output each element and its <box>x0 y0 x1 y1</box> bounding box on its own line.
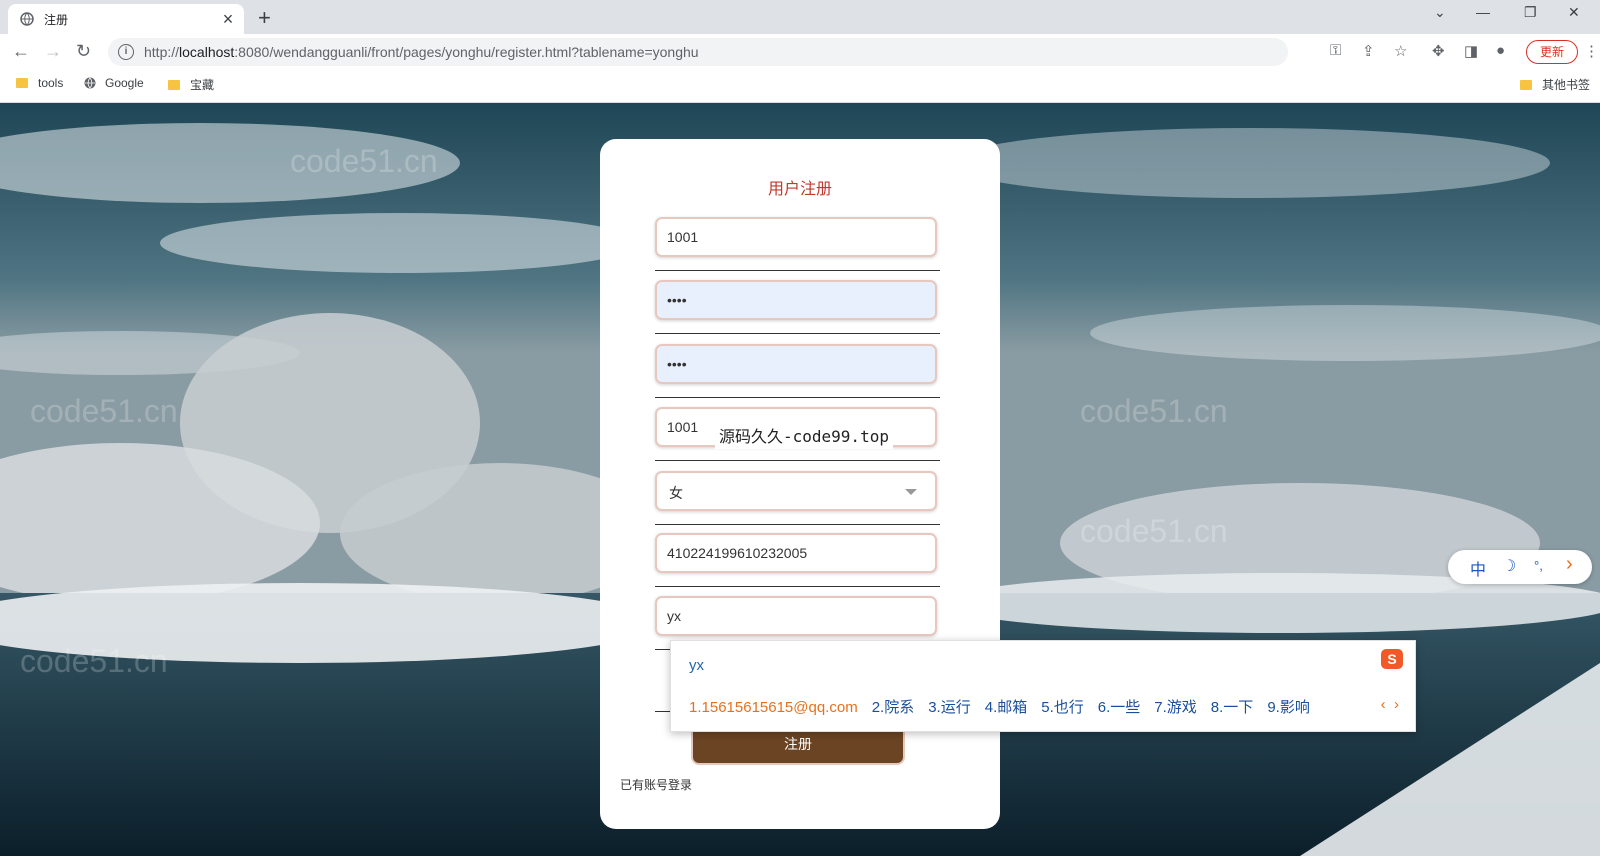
address-bar[interactable]: i http://localhost:8080/wendangguanli/fr… <box>108 38 1288 66</box>
sogou-logo-icon: S <box>1381 649 1403 669</box>
ime-candidate[interactable]: 5.也行 <box>1041 699 1084 716</box>
expand-arrow-icon[interactable]: › <box>1566 553 1573 576</box>
account-field[interactable] <box>655 217 937 257</box>
divider <box>655 586 940 587</box>
chinese-mode-icon[interactable]: 中 <box>1470 556 1486 580</box>
key-icon[interactable]: ⚿ <box>1330 42 1341 59</box>
ime-page-arrows: ‹ › <box>1381 696 1399 713</box>
bookmark-tools[interactable]: tools <box>16 76 63 90</box>
forward-arrow-icon[interactable]: → <box>44 41 62 62</box>
back-arrow-icon[interactable]: ← <box>12 41 30 62</box>
prev-page-icon[interactable]: ‹ <box>1381 696 1386 713</box>
other-bookmarks[interactable]: 其他书签 <box>1520 76 1590 93</box>
next-page-icon[interactable]: › <box>1394 696 1399 713</box>
profile-icon[interactable]: ● <box>1496 42 1505 59</box>
ime-candidate-list: 1.15615615615@qq.com 2.院系 3.运行 4.邮箱 5.也行 6.一些… <box>689 696 1324 717</box>
ime-candidate[interactable]: 4.邮箱 <box>985 699 1028 716</box>
share-icon[interactable]: ⇪ <box>1362 42 1375 60</box>
browser-tab[interactable]: 注册 × <box>8 4 244 34</box>
account-input[interactable] <box>657 219 907 255</box>
reload-icon[interactable]: ↻ <box>76 41 91 62</box>
tab-title: 注册 <box>44 12 69 27</box>
ime-candidate[interactable]: 1.15615615615@qq.com <box>689 699 858 716</box>
ime-status-bar: 中 ☽ °, › <box>1448 550 1592 584</box>
divider <box>655 460 940 461</box>
url-text: http://localhost:8080/wendangguanli/fron… <box>144 44 699 60</box>
moon-icon[interactable]: ☽ <box>1502 556 1516 576</box>
bookmark-treasure[interactable]: 宝藏 <box>168 76 214 93</box>
chevron-down-icon <box>905 489 917 495</box>
page-title: 用户注册 <box>767 181 832 198</box>
maximize-button[interactable]: ❐ <box>1524 4 1537 21</box>
new-tab-button[interactable]: + <box>258 5 271 31</box>
password-field[interactable] <box>655 280 937 320</box>
tab-search-icon[interactable]: ⌄ <box>1434 4 1446 21</box>
password-input[interactable] <box>657 282 907 318</box>
confirm-password-input[interactable] <box>657 346 907 382</box>
ime-candidate[interactable]: 6.一些 <box>1098 699 1141 716</box>
info-icon[interactable]: i <box>118 44 134 60</box>
globe-icon <box>84 77 96 89</box>
ime-composition: yx <box>689 657 704 674</box>
extensions-icon[interactable]: ✥ <box>1432 42 1445 60</box>
login-link[interactable]: 已有账号登录 <box>620 776 692 793</box>
divider <box>655 397 940 398</box>
punctuation-icon[interactable]: °, <box>1534 558 1543 573</box>
id-number-input[interactable] <box>657 535 907 571</box>
divider <box>655 270 940 271</box>
globe-icon <box>20 12 34 26</box>
close-window-button[interactable]: ✕ <box>1568 4 1580 21</box>
tab-strip: 注册 × + ⌄ — ❐ ✕ <box>0 0 1600 34</box>
folder-icon <box>168 79 180 90</box>
folder-icon <box>16 78 28 88</box>
bookmarks-bar: tools Google 宝藏 其他书签 <box>0 70 1600 103</box>
ime-candidate[interactable]: 8.一下 <box>1211 699 1254 716</box>
update-button[interactable]: 更新 <box>1526 40 1578 64</box>
email-input[interactable] <box>657 598 907 634</box>
folder-icon <box>1520 79 1532 90</box>
confirm-password-field[interactable] <box>655 344 937 384</box>
ime-candidate[interactable]: 9.影响 <box>1267 699 1310 716</box>
email-field[interactable] <box>655 596 937 636</box>
ime-candidate[interactable]: 3.运行 <box>928 699 971 716</box>
sidepanel-icon[interactable]: ◨ <box>1464 42 1478 60</box>
browser-toolbar: ← → ↻ i http://localhost:8080/wendanggua… <box>0 34 1600 70</box>
gender-value: 女 <box>669 485 683 501</box>
id-number-field[interactable] <box>655 533 937 573</box>
minimize-button[interactable]: — <box>1476 4 1490 20</box>
bookmark-google[interactable]: Google <box>84 76 144 90</box>
divider <box>655 524 940 525</box>
ime-candidate-popup: yx S 1.15615615615@qq.com 2.院系 3.运行 4.邮箱 5.也… <box>670 640 1416 732</box>
star-icon[interactable]: ☆ <box>1394 42 1407 60</box>
source-watermark-text: 源码久久-code99.top <box>715 421 893 449</box>
close-tab-icon[interactable]: × <box>218 9 238 30</box>
divider <box>655 333 940 334</box>
gender-select[interactable]: 女 <box>655 471 937 511</box>
ime-candidate[interactable]: 7.游戏 <box>1154 699 1197 716</box>
page-background: code51.cn code51.cn code51.cn code51.cn … <box>0 103 1600 856</box>
menu-icon[interactable]: ⋮ <box>1584 42 1599 60</box>
ime-candidate[interactable]: 2.院系 <box>872 699 915 716</box>
